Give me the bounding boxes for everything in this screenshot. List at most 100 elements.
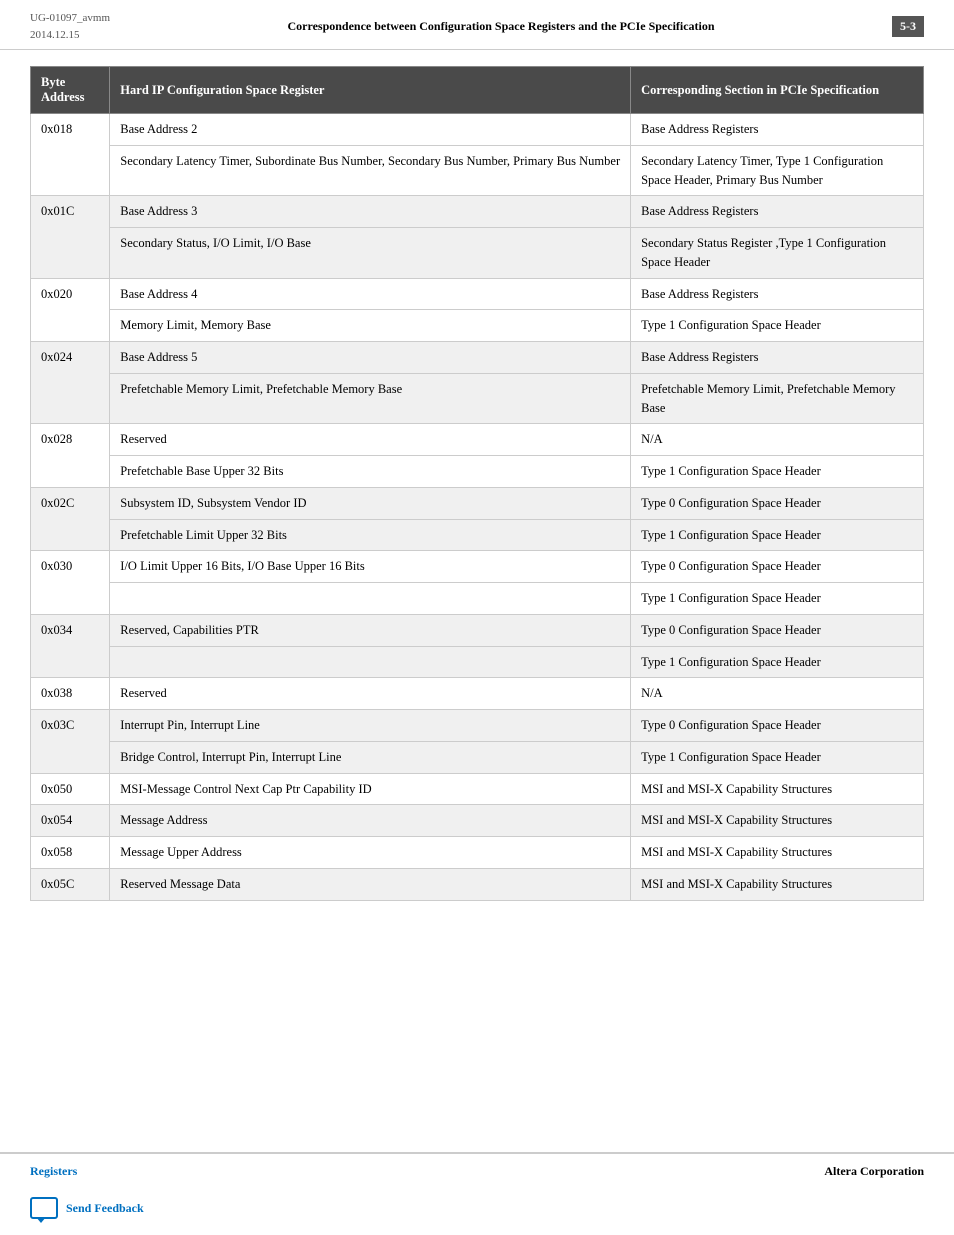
page: UG-01097_avmm 2014.12.15 Correspondence … (0, 0, 954, 1235)
register-cell: Subsystem ID, Subsystem Vendor ID (110, 487, 631, 519)
table-row: 0x050MSI-Message Control Next Cap Ptr Ca… (31, 773, 924, 805)
address-cell: 0x03C (31, 710, 110, 774)
spec-cell: Type 1 Configuration Space Header (631, 583, 924, 615)
spec-cell: N/A (631, 678, 924, 710)
register-cell (110, 646, 631, 678)
address-cell: 0x028 (31, 424, 110, 488)
page-title: Correspondence between Configuration Spa… (110, 19, 892, 34)
address-cell: 0x030 (31, 551, 110, 615)
send-feedback-link[interactable]: Send Feedback (66, 1201, 144, 1216)
address-cell: 0x05C (31, 868, 110, 900)
register-cell: I/O Limit Upper 16 Bits, I/O Base Upper … (110, 551, 631, 583)
table-row: Memory Limit, Memory BaseType 1 Configur… (31, 310, 924, 342)
main-content: Byte Address Hard IP Configuration Space… (0, 50, 954, 1152)
register-cell: MSI-Message Control Next Cap Ptr Capabil… (110, 773, 631, 805)
register-table: Byte Address Hard IP Configuration Space… (30, 66, 924, 901)
register-cell: Reserved (110, 424, 631, 456)
address-cell: 0x02C (31, 487, 110, 551)
table-row: Prefetchable Base Upper 32 BitsType 1 Co… (31, 456, 924, 488)
address-cell: 0x01C (31, 196, 110, 278)
register-cell: Reserved (110, 678, 631, 710)
register-cell: Base Address 5 (110, 342, 631, 374)
register-cell: Prefetchable Base Upper 32 Bits (110, 456, 631, 488)
register-cell: Message Upper Address (110, 837, 631, 869)
col-byte-address: Byte Address (31, 67, 110, 114)
table-row: 0x03CInterrupt Pin, Interrupt LineType 0… (31, 710, 924, 742)
table-row: Type 1 Configuration Space Header (31, 646, 924, 678)
spec-cell: MSI and MSI-X Capability Structures (631, 868, 924, 900)
spec-cell: Prefetchable Memory Limit, Prefetchable … (631, 373, 924, 424)
doc-info: UG-01097_avmm 2014.12.15 (30, 10, 110, 43)
register-cell (110, 583, 631, 615)
register-cell: Memory Limit, Memory Base (110, 310, 631, 342)
register-cell: Base Address 3 (110, 196, 631, 228)
address-cell: 0x050 (31, 773, 110, 805)
address-cell: 0x034 (31, 614, 110, 678)
page-footer: Registers Altera Corporation (0, 1152, 954, 1187)
table-row: 0x024Base Address 5Base Address Register… (31, 342, 924, 374)
register-cell: Base Address 4 (110, 278, 631, 310)
spec-cell: Type 0 Configuration Space Header (631, 487, 924, 519)
spec-cell: Type 0 Configuration Space Header (631, 710, 924, 742)
spec-cell: Base Address Registers (631, 278, 924, 310)
register-cell: Reserved, Capabilities PTR (110, 614, 631, 646)
table-row: Type 1 Configuration Space Header (31, 583, 924, 615)
table-row: 0x030I/O Limit Upper 16 Bits, I/O Base U… (31, 551, 924, 583)
spec-cell: N/A (631, 424, 924, 456)
table-header-row: Byte Address Hard IP Configuration Space… (31, 67, 924, 114)
spec-cell: Base Address Registers (631, 196, 924, 228)
spec-cell: Base Address Registers (631, 114, 924, 146)
spec-cell: Type 1 Configuration Space Header (631, 646, 924, 678)
feedback-icon (30, 1197, 58, 1219)
address-cell: 0x018 (31, 114, 110, 196)
doc-id: UG-01097_avmm (30, 10, 110, 27)
register-cell: Secondary Status, I/O Limit, I/O Base (110, 228, 631, 279)
register-cell: Bridge Control, Interrupt Pin, Interrupt… (110, 741, 631, 773)
table-row: Prefetchable Limit Upper 32 BitsType 1 C… (31, 519, 924, 551)
table-row: 0x038ReservedN/A (31, 678, 924, 710)
table-row: 0x058Message Upper AddressMSI and MSI-X … (31, 837, 924, 869)
table-row: 0x02CSubsystem ID, Subsystem Vendor IDTy… (31, 487, 924, 519)
table-row: Secondary Latency Timer, Subordinate Bus… (31, 145, 924, 196)
table-row: Bridge Control, Interrupt Pin, Interrupt… (31, 741, 924, 773)
address-cell: 0x058 (31, 837, 110, 869)
address-cell: 0x054 (31, 805, 110, 837)
spec-cell: Secondary Status Register ,Type 1 Config… (631, 228, 924, 279)
register-cell: Prefetchable Limit Upper 32 Bits (110, 519, 631, 551)
spec-cell: MSI and MSI-X Capability Structures (631, 773, 924, 805)
spec-cell: MSI and MSI-X Capability Structures (631, 837, 924, 869)
table-row: Prefetchable Memory Limit, Prefetchable … (31, 373, 924, 424)
spec-cell: MSI and MSI-X Capability Structures (631, 805, 924, 837)
address-cell: 0x038 (31, 678, 110, 710)
spec-cell: Type 0 Configuration Space Header (631, 551, 924, 583)
footer-company: Altera Corporation (824, 1164, 924, 1179)
register-cell: Secondary Latency Timer, Subordinate Bus… (110, 145, 631, 196)
address-cell: 0x024 (31, 342, 110, 424)
register-cell: Base Address 2 (110, 114, 631, 146)
register-cell: Message Address (110, 805, 631, 837)
table-row: 0x028ReservedN/A (31, 424, 924, 456)
table-row: 0x05CReserved Message DataMSI and MSI-X … (31, 868, 924, 900)
spec-cell: Type 1 Configuration Space Header (631, 456, 924, 488)
table-row: 0x020Base Address 4Base Address Register… (31, 278, 924, 310)
spec-cell: Type 0 Configuration Space Header (631, 614, 924, 646)
table-row: 0x01CBase Address 3Base Address Register… (31, 196, 924, 228)
spec-cell: Type 1 Configuration Space Header (631, 310, 924, 342)
table-row: 0x034Reserved, Capabilities PTRType 0 Co… (31, 614, 924, 646)
col-register: Hard IP Configuration Space Register (110, 67, 631, 114)
spec-cell: Secondary Latency Timer, Type 1 Configur… (631, 145, 924, 196)
page-number: 5-3 (892, 16, 924, 37)
spec-cell: Type 1 Configuration Space Header (631, 519, 924, 551)
address-cell: 0x020 (31, 278, 110, 342)
register-cell: Interrupt Pin, Interrupt Line (110, 710, 631, 742)
feedback-area[interactable]: Send Feedback (0, 1187, 954, 1235)
col-spec: Corresponding Section in PCIe Specificat… (631, 67, 924, 114)
doc-date: 2014.12.15 (30, 27, 110, 44)
table-row: 0x054Message AddressMSI and MSI-X Capabi… (31, 805, 924, 837)
register-cell: Prefetchable Memory Limit, Prefetchable … (110, 373, 631, 424)
table-row: Secondary Status, I/O Limit, I/O BaseSec… (31, 228, 924, 279)
spec-cell: Base Address Registers (631, 342, 924, 374)
register-cell: Reserved Message Data (110, 868, 631, 900)
table-row: 0x018Base Address 2Base Address Register… (31, 114, 924, 146)
footer-registers: Registers (30, 1164, 77, 1179)
